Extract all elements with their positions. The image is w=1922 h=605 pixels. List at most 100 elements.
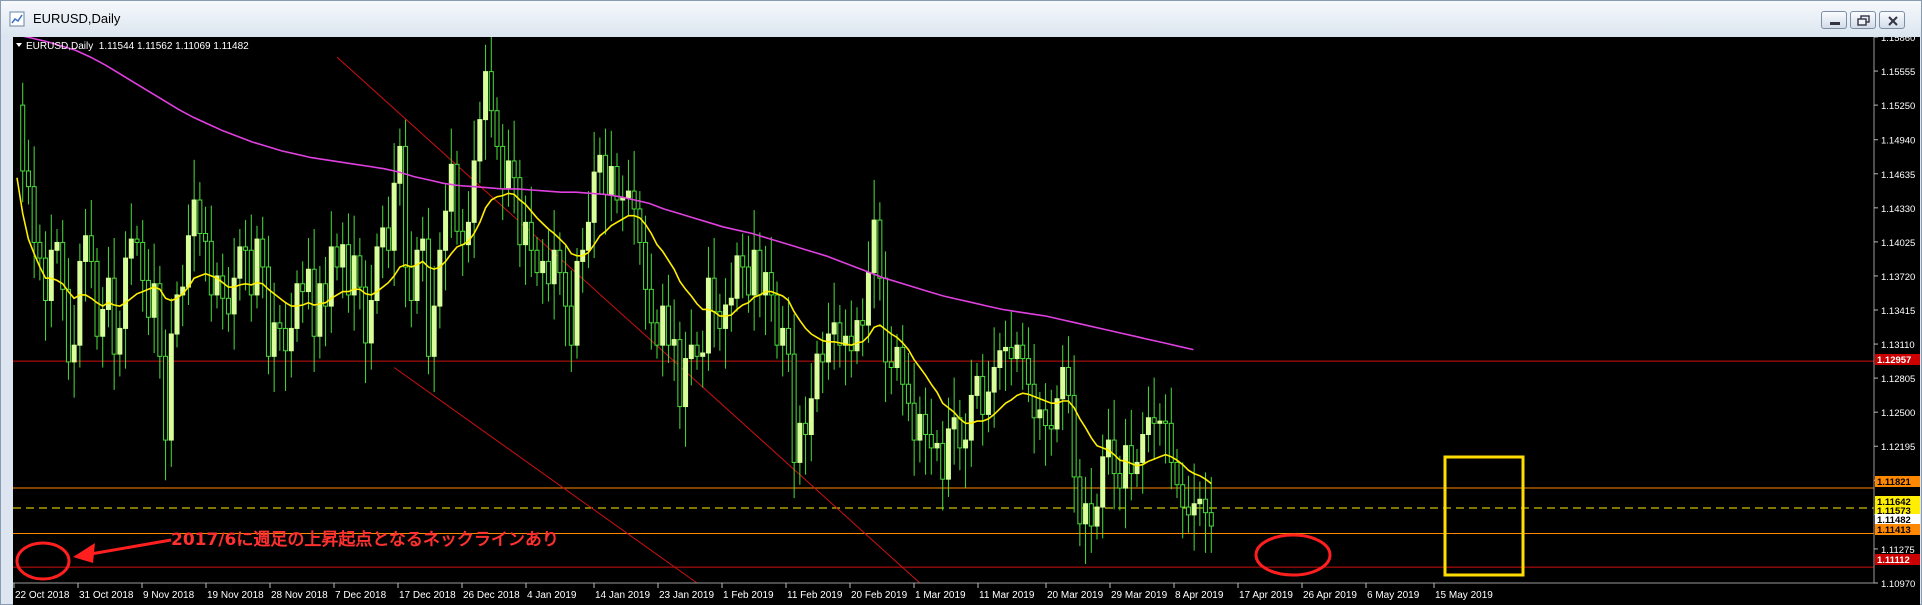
candle-body: [740, 255, 746, 268]
candle-body: [368, 300, 374, 344]
candle-body: [603, 154, 609, 195]
candle-body: [1123, 445, 1129, 489]
x-tick-label: 17 Apr 2019: [1239, 590, 1293, 601]
candle-body: [385, 227, 391, 251]
candle-body: [1163, 420, 1169, 424]
candle-body: [1094, 506, 1100, 527]
candle-body: [963, 439, 969, 449]
candle-body: [197, 199, 203, 235]
candle-body: [300, 283, 306, 293]
candle-body: [185, 235, 191, 288]
candle-body: [734, 255, 740, 299]
close-button[interactable]: [1879, 11, 1905, 29]
candle-body: [625, 190, 631, 199]
candle-body: [745, 266, 751, 296]
candle-body: [88, 235, 94, 262]
candle-body: [511, 160, 517, 179]
candle-body: [1031, 383, 1037, 419]
candle-body: [71, 344, 77, 363]
candle-body: [225, 297, 231, 315]
candle-body: [408, 266, 414, 302]
candle-body: [1134, 461, 1140, 475]
candle-body: [654, 322, 660, 346]
x-tick-label: 11 Mar 2019: [979, 590, 1035, 601]
candle-body: [77, 260, 83, 346]
candle-body: [123, 257, 129, 329]
minimize-button[interactable]: [1821, 11, 1847, 29]
candle-body: [420, 238, 426, 251]
candle-body: [940, 442, 946, 480]
candle-body: [357, 255, 363, 288]
price-label-1.12957: 1.12957: [1877, 355, 1911, 366]
candle-body: [1083, 503, 1089, 525]
price-chart[interactable]: 2017/6に週足の上昇起点となるネックラインあり EURUSD,Daily 1…: [13, 37, 1920, 605]
y-tick-label: 1.13415: [1881, 306, 1915, 317]
candle-body: [1157, 420, 1163, 424]
candle-body: [814, 353, 820, 400]
candle-body: [848, 335, 854, 352]
candle-body: [637, 208, 643, 243]
candle-body: [443, 210, 449, 251]
candle-body: [860, 320, 866, 326]
candle-body: [345, 244, 351, 296]
candle-body: [545, 260, 551, 285]
candle-body: [105, 277, 111, 310]
restore-icon: [1857, 15, 1870, 26]
candle-body: [1191, 503, 1197, 516]
candle-body: [648, 288, 654, 324]
candle-body: [174, 294, 180, 335]
candle-body: [900, 346, 906, 385]
candle-body: [1208, 512, 1214, 527]
candle-body: [265, 266, 271, 357]
candle-body: [31, 186, 37, 243]
x-tick-label: 20 Feb 2019: [851, 590, 908, 601]
candle-body: [660, 305, 666, 346]
chart-canvas[interactable]: 2017/6に週足の上昇起点となるネックラインあり EURUSD,Daily 1…: [13, 37, 1920, 605]
candle-body: [1174, 461, 1180, 486]
candle-body: [283, 327, 289, 352]
candle-body: [311, 268, 317, 337]
candle-body: [448, 163, 454, 212]
title-bar[interactable]: EURUSD,Daily: [1, 1, 1921, 37]
candle-body: [705, 277, 711, 354]
candle-body: [985, 391, 991, 415]
candle-body: [563, 272, 569, 307]
candle-body: [791, 353, 797, 463]
candle-body: [534, 249, 540, 274]
restore-button[interactable]: [1850, 11, 1876, 29]
candle-body: [671, 339, 677, 346]
candle-body: [825, 333, 831, 363]
candle-body: [665, 305, 671, 346]
candle-body: [460, 230, 466, 246]
candle-body: [37, 241, 43, 259]
candle-body: [477, 119, 483, 162]
candle-body: [1151, 417, 1157, 424]
candle-body: [1014, 344, 1020, 360]
y-tick-label: 1.14025: [1881, 238, 1915, 249]
candle-body: [305, 268, 311, 293]
candle-body: [380, 227, 386, 248]
candle-body: [591, 171, 597, 223]
candle-body: [414, 249, 420, 302]
x-tick-label: 29 Mar 2019: [1111, 590, 1168, 601]
candle-body: [980, 375, 986, 415]
x-tick-label: 19 Nov 2018: [207, 590, 264, 601]
candle-body: [614, 166, 620, 201]
x-tick-label: 7 Dec 2018: [335, 590, 387, 601]
candle-body: [911, 402, 917, 441]
candle-body: [608, 166, 614, 195]
candle-body: [808, 398, 814, 435]
candle-body: [25, 170, 31, 188]
candle-body: [711, 277, 717, 313]
candle-body: [803, 422, 809, 435]
candle-body: [643, 241, 649, 290]
candle-body: [934, 442, 940, 449]
candle-body: [871, 219, 877, 274]
x-tick-label: 14 Jan 2019: [595, 590, 650, 601]
x-tick-label: 28 Nov 2018: [271, 590, 328, 601]
x-tick-label: 1 Feb 2019: [723, 590, 774, 601]
y-tick-label: 1.12500: [1881, 408, 1915, 419]
y-tick-label: 1.12805: [1881, 374, 1915, 385]
candle-body: [363, 286, 369, 344]
x-tick-label: 15 May 2019: [1435, 590, 1493, 601]
